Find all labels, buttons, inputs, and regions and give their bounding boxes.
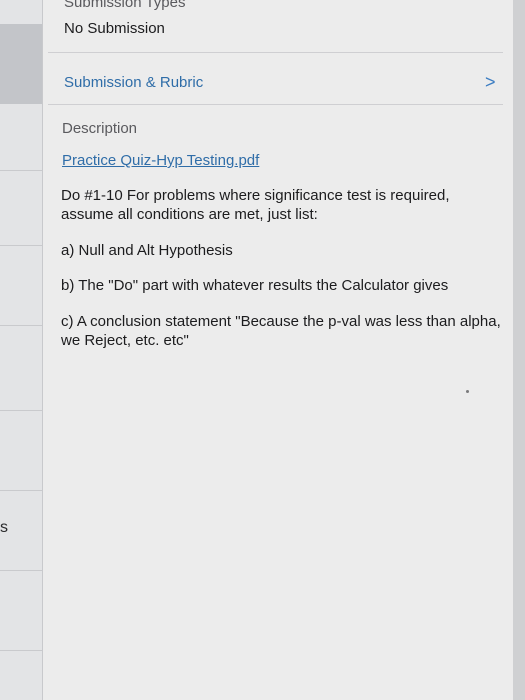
screen-speck xyxy=(466,390,469,393)
submission-types-value: No Submission xyxy=(64,20,165,37)
list-divider xyxy=(0,410,42,411)
list-item-partial-label: s xyxy=(0,519,8,536)
right-edge xyxy=(513,0,525,700)
description-paragraph: b) The "Do" part with whatever results t… xyxy=(61,277,449,294)
list-divider xyxy=(0,570,42,571)
list-divider xyxy=(0,490,42,491)
description-paragraph: a) Null and Alt Hypothesis xyxy=(61,242,233,259)
list-divider xyxy=(0,650,42,651)
submission-rubric-label: Submission & Rubric xyxy=(64,74,204,91)
chevron-right-icon: > xyxy=(485,72,496,92)
list-pane: s xyxy=(0,0,43,700)
section-divider xyxy=(48,104,503,105)
attachment-link[interactable]: Practice Quiz-Hyp Testing.pdf xyxy=(62,152,259,169)
description-label: Description xyxy=(62,120,138,137)
list-divider xyxy=(0,245,42,246)
description-paragraph: c) A conclusion statement "Because the p… xyxy=(61,313,501,349)
submission-types-label: Submission Types xyxy=(64,0,186,11)
list-divider xyxy=(0,170,42,171)
selected-list-item[interactable] xyxy=(0,24,42,104)
submission-rubric-row[interactable]: Submission & Rubric > xyxy=(43,56,513,104)
description-paragraph: Do #1-10 For problems where significance… xyxy=(61,187,450,223)
section-divider xyxy=(48,52,503,53)
list-divider xyxy=(0,325,42,326)
assignment-detail-pane xyxy=(43,0,513,700)
